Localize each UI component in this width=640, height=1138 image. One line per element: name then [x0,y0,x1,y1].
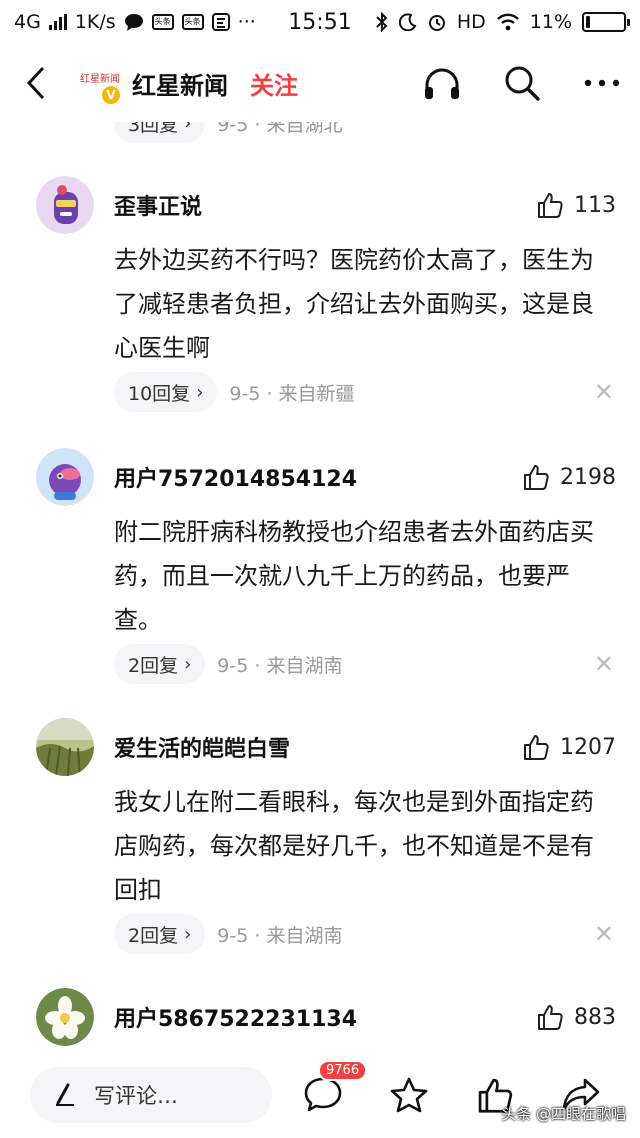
comment-username[interactable]: 用户7572014854124 [114,461,357,493]
follow-button[interactable]: 关注 [250,66,298,101]
app-notification-icon [211,13,230,31]
replies-button[interactable]: 2回复 › [114,914,206,954]
chevron-right-icon: › [196,381,204,403]
bottom-bar: 写评论… 9766 头条 @四眼在歌唱 [0,1052,640,1138]
chat-bubble-icon [124,14,143,31]
thumbs-up-icon [538,1005,563,1030]
headphones-icon [425,68,459,99]
comment-header: 用户7572014854124 2198 [36,448,616,506]
comment-footer: 2回复 › 9-5 · 来自湖南 ✕ [114,644,614,684]
avatar[interactable] [36,718,94,776]
search-button[interactable] [502,63,542,103]
comment-username[interactable]: 歪事正说 [114,189,202,221]
comment-item: 用户5867522231134 883 [0,988,640,1052]
app-header: 红星新闻 V 红星新闻 关注 [0,44,640,122]
network-speed: 1K/s [74,11,116,33]
comment-meta: 9-5 · 来自湖南 [217,654,343,677]
star-icon [390,1077,428,1113]
comment-footer: 2回复 › 9-5 · 来自湖南 ✕ [114,914,614,954]
comment-placeholder: 写评论… [94,1084,178,1108]
thumbs-up-icon [538,193,563,218]
comment-text: 附二院肝病科杨教授也介绍患者去外面药店买药，而且一次就八九千上万的药品，也要严查… [114,518,594,634]
header-actions [422,63,622,103]
comment-header: 爱生活的皑皑白雪 1207 [36,718,616,776]
comment-header: 歪事正说 113 [36,176,616,234]
watermark: 头条 @四眼在歌唱 [501,1105,626,1123]
avatar[interactable] [36,448,94,506]
app-notification-icon: 头条 [181,14,204,30]
battery-percent: 11% [529,11,572,33]
like-button[interactable]: 2198 [522,463,616,491]
like-button[interactable]: 1207 [522,733,616,761]
replies-count: 10回复 [128,382,191,405]
like-count: 1207 [560,734,616,760]
comment-username[interactable]: 爱生活的皑皑白雪 [114,731,290,763]
comment-icon [304,1077,342,1112]
comment-item: 用户7572014854124 2198 附二院肝病科杨教授也介绍患者去外面药店… [0,448,640,708]
replies-button[interactable]: 10回复 › [114,372,218,412]
favorite-button[interactable] [388,1074,430,1116]
network-label: 4G [14,11,41,33]
back-icon [26,66,45,100]
dismiss-icon[interactable]: ✕ [594,650,614,678]
comment-item: 歪事正说 113 去外边买药不行吗？医院药价太高了，医生为了减轻患者负担，介绍让… [0,176,640,436]
thumbs-up-icon [524,735,549,760]
headphones-button[interactable] [422,63,462,103]
wifi-icon [496,13,519,31]
back-button[interactable] [18,61,54,105]
moon-icon [398,13,417,31]
avatar[interactable] [36,988,94,1046]
chevron-right-icon: › [184,923,192,945]
comment-text: 我女儿在附二看眼科，每次也是到外面指定药店购药，每次都是好几千，也不知道是不是有… [114,788,594,904]
replies-button[interactable]: 2回复 › [114,644,206,684]
comment-username[interactable]: 用户5867522231134 [114,1001,357,1033]
signal-icon [48,14,67,30]
status-right: HD 11% [375,11,630,33]
comment-meta: 9-5 · 来自新疆 [229,382,355,405]
comment-count-badge: 9766 [318,1060,368,1081]
comment-item: 爱生活的皑皑白雪 1207 我女儿在附二看眼科，每次也是到外面指定药店购药，每次… [0,718,640,978]
more-button[interactable] [582,63,622,103]
verified-icon: V [102,86,120,104]
comment-meta: 9-5 · 来自湖南 [217,924,343,947]
channel-name[interactable]: 红星新闻 [132,66,228,101]
status-bar: 4G 1K/s 头条 头条 ··· 15:51 HD 11% [0,0,640,44]
more-notifications-icon: ··· [237,11,256,33]
like-count: 883 [574,1004,616,1030]
dismiss-icon[interactable]: ✕ [594,920,614,948]
battery-level [586,16,590,28]
avatar[interactable] [36,176,94,234]
battery-icon [582,12,630,32]
comment-footer: 10回复 › 9-5 · 来自新疆 ✕ [114,372,614,412]
comment-input[interactable]: 写评论… [30,1067,272,1123]
comment-text: 去外边买药不行吗？医院药价太高了，医生为了减轻患者负担，介绍让去外面购买，这是良… [114,246,594,362]
pen-icon [54,1083,76,1107]
bluetooth-icon [376,12,388,32]
like-button[interactable]: 113 [536,191,616,219]
status-left: 4G 1K/s 头条 头条 ··· [14,11,256,33]
channel-avatar[interactable]: 红星新闻 V [78,62,120,104]
search-icon [505,66,540,101]
like-count: 113 [574,192,616,218]
dismiss-icon[interactable]: ✕ [594,378,614,406]
like-button[interactable]: 883 [536,1003,616,1031]
hd-label: HD [456,11,486,33]
more-icon [584,79,620,87]
app-notification-icon: 头条 [151,14,174,30]
logo-text: 红星新闻 [80,74,120,85]
replies-count: 2回复 [128,924,179,947]
alarm-icon [428,15,445,31]
comments-button[interactable]: 9766 [302,1060,368,1116]
comment-header: 用户5867522231134 883 [36,988,616,1046]
like-count: 2198 [560,464,616,490]
replies-count: 2回复 [128,654,179,677]
thumbs-up-icon [524,465,549,490]
chevron-right-icon: › [184,653,192,675]
